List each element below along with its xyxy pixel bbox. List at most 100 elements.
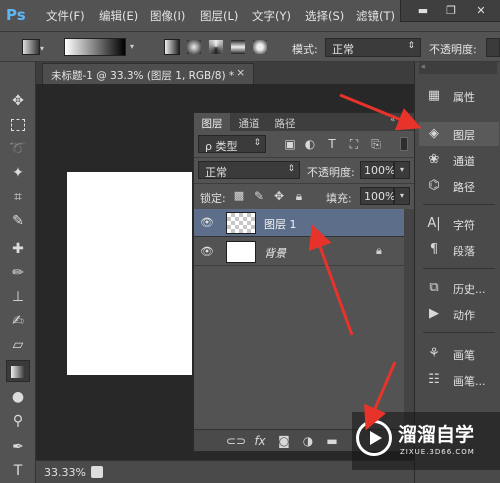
opacity-field[interactable] — [486, 38, 500, 57]
dock-item-brush-presets[interactable]: ☷ 画笔... — [419, 368, 499, 392]
layer-opacity-input[interactable]: 100% — [360, 161, 395, 179]
lock-position-icon[interactable]: ✥ — [272, 187, 286, 205]
dock-item-channels[interactable]: ❀ 通道 — [419, 148, 499, 172]
tab-paths[interactable]: 路径 — [268, 113, 302, 131]
close-button[interactable]: ✕ — [473, 4, 489, 18]
lasso-tool-icon[interactable]: ➰ — [6, 138, 30, 160]
menu-select[interactable]: 选择(S) — [305, 8, 344, 24]
collapse-panel-icon[interactable]: « — [390, 115, 396, 125]
angle-gradient-icon[interactable] — [208, 39, 224, 55]
crop-tool-icon[interactable]: ⌗ — [6, 186, 30, 208]
fill-dropdown-icon[interactable]: ▾ — [394, 187, 410, 205]
opacity-dropdown-icon[interactable]: ▾ — [394, 161, 410, 179]
link-icon[interactable]: ⊂⊃ — [226, 432, 246, 450]
blur-tool-icon[interactable]: ● — [6, 386, 30, 408]
fill-input[interactable]: 100% — [360, 187, 395, 205]
radial-gradient-icon[interactable] — [186, 39, 202, 55]
visibility-eye-icon[interactable]: 👁︎ — [200, 216, 214, 230]
menu-filter[interactable]: 滤镜(T) — [356, 8, 395, 24]
document-tab[interactable]: 未标题-1 @ 33.3% (图层 1, RGB/8) * × — [42, 63, 254, 84]
layers-scrollbar[interactable] — [404, 209, 414, 427]
layer-row-selected[interactable]: 👁︎ 图层 1 — [194, 209, 404, 237]
lock-transparent-icon[interactable]: ▩ — [232, 187, 246, 205]
dock-divider — [423, 268, 495, 269]
filter-toggle[interactable] — [400, 137, 408, 151]
filter-type-icon[interactable]: T — [324, 135, 340, 153]
mode-label: 模式: — [292, 43, 318, 56]
lock-all-icon[interactable]: 🔒︎ — [292, 187, 306, 205]
move-tool-icon[interactable]: ✥ — [6, 90, 30, 112]
dodge-tool-icon[interactable]: ⚲ — [6, 410, 30, 432]
magic-wand-icon[interactable]: ✦ — [6, 162, 30, 184]
restore-button[interactable]: ❐ — [443, 4, 459, 18]
layer-row[interactable]: 👁︎ 背景 🔒︎ — [194, 238, 404, 266]
dock-item-history[interactable]: ⧉ 历史... — [419, 276, 499, 300]
layer-name[interactable]: 图层 1 — [264, 216, 297, 232]
dock-item-brush[interactable]: ⚘ 画笔 — [419, 342, 499, 366]
watermark-title: 溜溜自学 — [398, 424, 475, 446]
visibility-eye-icon[interactable]: 👁︎ — [200, 245, 214, 259]
filter-smart-object-icon[interactable]: ⎘ — [368, 135, 384, 153]
dock-item-character[interactable]: A| 字符 — [419, 212, 499, 236]
layer-filter-select[interactable]: ρ 类型 ⇕ — [198, 135, 266, 153]
chevron-down-icon[interactable]: ▾ — [40, 44, 44, 53]
close-tab-icon[interactable]: × — [236, 67, 245, 79]
properties-icon: ▦ — [427, 88, 441, 103]
dock-divider — [423, 332, 495, 333]
tab-channels[interactable]: 通道 — [232, 113, 266, 131]
expand-dock-icon[interactable]: « — [421, 62, 426, 71]
dock-item-paragraph[interactable]: ¶ 段落 — [419, 238, 499, 262]
eyedropper-tool-icon[interactable]: ✎ — [6, 210, 30, 232]
gradient-tool-icon[interactable] — [6, 360, 30, 382]
gradient-tool-icon[interactable] — [22, 39, 40, 55]
menu-layer[interactable]: 图层(L) — [200, 8, 238, 24]
dock-item-properties[interactable]: ▦ 属性 — [419, 84, 499, 108]
lock-image-icon[interactable]: ✎ — [252, 187, 266, 205]
divider — [194, 183, 414, 184]
minimize-button[interactable]: ▬ — [415, 4, 431, 18]
menu-file[interactable]: 文件(F) — [46, 8, 85, 24]
layer-name[interactable]: 背景 — [264, 245, 286, 261]
menu-type[interactable]: 文字(Y) — [252, 8, 291, 24]
mode-select[interactable]: 正常 ⇕ — [325, 38, 421, 57]
history-icon: ⧉ — [429, 280, 439, 295]
info-icon[interactable] — [91, 466, 103, 478]
layer-opacity-label: 不透明度: — [307, 166, 355, 179]
panel-menu-icon[interactable]: ≡ — [402, 114, 410, 125]
dock-item-actions[interactable]: ▶ 动作 — [419, 302, 499, 326]
filter-adjustment-icon[interactable]: ◐ — [302, 135, 318, 153]
watermark-url: ZIXUE.3D66.COM — [400, 448, 475, 456]
menu-image[interactable]: 图像(I) — [150, 8, 185, 24]
filter-pixel-icon[interactable]: ▣ — [282, 135, 298, 153]
stamp-tool-icon[interactable]: ⊥ — [6, 286, 30, 308]
dock-item-layers[interactable]: ◈ 图层 — [419, 122, 499, 146]
dock-header — [419, 62, 497, 74]
blend-mode-select[interactable]: 正常 ⇕ — [198, 161, 300, 179]
history-brush-icon[interactable]: ✍ — [6, 310, 30, 332]
brush-presets-icon: ☷ — [428, 372, 440, 387]
app-logo: Ps — [6, 6, 26, 24]
layers-icon: ◈ — [429, 126, 439, 141]
pen-tool-icon[interactable]: ✒ — [6, 436, 30, 458]
tab-layers[interactable]: 图层 — [194, 113, 230, 131]
mask-icon[interactable]: ◙ — [276, 432, 292, 450]
diamond-gradient-icon[interactable] — [252, 39, 268, 55]
adjustment-icon[interactable]: ◑ — [300, 432, 316, 450]
layer-thumbnail — [226, 241, 256, 263]
dock-item-paths[interactable]: ⌬ 路径 — [419, 174, 499, 198]
eraser-tool-icon[interactable]: ▱ — [6, 334, 30, 356]
filter-shape-icon[interactable]: ⛶ — [346, 135, 362, 153]
folder-icon[interactable]: ▬ — [324, 432, 340, 450]
marquee-tool-icon[interactable] — [6, 114, 30, 136]
linear-gradient-icon[interactable] — [164, 39, 180, 55]
gradient-picker[interactable] — [64, 38, 126, 56]
brush-tool-icon[interactable]: ✏ — [6, 262, 30, 284]
healing-brush-icon[interactable]: ✚ — [6, 238, 30, 260]
menu-edit[interactable]: 编辑(E) — [99, 8, 138, 24]
chevron-down-icon[interactable]: ▾ — [130, 42, 134, 51]
type-tool-icon[interactable]: T — [6, 460, 30, 482]
document-canvas[interactable] — [67, 172, 192, 375]
brush-icon: ⚘ — [428, 346, 440, 361]
fx-icon[interactable]: fx — [252, 432, 268, 450]
reflected-gradient-icon[interactable] — [230, 39, 246, 55]
